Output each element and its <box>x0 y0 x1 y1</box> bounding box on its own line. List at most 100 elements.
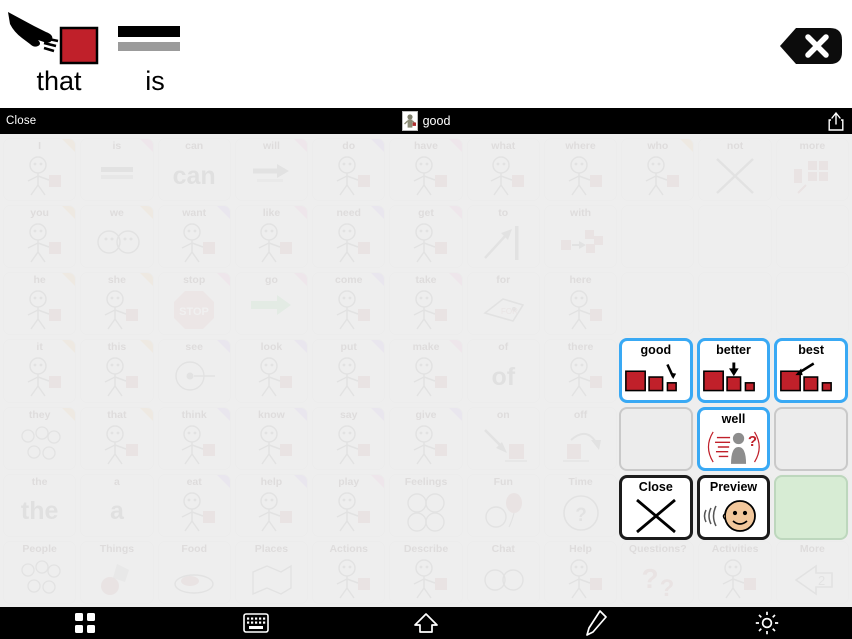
message-word-is[interactable]: is <box>100 4 210 108</box>
grid-cell-empty-20[interactable] <box>698 205 772 269</box>
grid-cell-who[interactable]: who <box>621 138 695 202</box>
grid-cell-on[interactable]: on <box>466 406 540 470</box>
grid-cell-they[interactable]: they <box>3 406 77 470</box>
cell-corner-tag <box>62 273 76 287</box>
popup-cell-well[interactable]: well ? <box>696 406 771 472</box>
children-playing <box>313 488 384 536</box>
popup-cell-good[interactable]: good <box>619 338 693 403</box>
grid-cell-we[interactable]: we <box>80 205 154 269</box>
grid-cell-take[interactable]: take <box>389 272 463 336</box>
grid-cell-empty-30[interactable] <box>621 272 695 336</box>
grid-cell-empty-19[interactable] <box>621 205 695 269</box>
grid-cell-stop[interactable]: stop STOP <box>157 272 231 336</box>
grid-cell-he[interactable]: he <box>3 272 77 336</box>
popup-close-button[interactable]: Close <box>619 475 693 540</box>
grid-cell-give[interactable]: give <box>389 406 463 470</box>
grid-cell-actions[interactable]: Actions <box>312 540 386 604</box>
grid-cell-think[interactable]: think <box>157 406 231 470</box>
cell-label: that <box>107 408 127 421</box>
popup-cell-best[interactable]: best <box>774 338 848 403</box>
grid-cell-want[interactable]: want <box>157 205 231 269</box>
grid-cell-more[interactable]: More 2 <box>775 540 849 604</box>
grid-cell-see[interactable]: see <box>157 339 231 403</box>
grid-cell-she[interactable]: she <box>80 272 154 336</box>
person-eating <box>159 488 230 536</box>
grid-cell-questions-[interactable]: Questions??? <box>621 540 695 604</box>
grid-cell-off[interactable]: off <box>543 406 618 470</box>
grid-cell-it[interactable]: it <box>3 339 77 403</box>
pencil-icon[interactable] <box>511 607 681 639</box>
popup-cell-empty-2[interactable] <box>774 406 848 472</box>
cell-label: this <box>107 341 127 354</box>
grid-cell-do[interactable]: do <box>312 138 386 202</box>
grid-cell-will[interactable]: will <box>234 138 309 202</box>
grid-cell-for[interactable]: for FOR <box>466 272 540 336</box>
grid-cell-you[interactable]: you <box>3 205 77 269</box>
grid-cell-activities[interactable]: Activities <box>698 540 772 604</box>
grid-cell-to[interactable]: to <box>466 205 540 269</box>
grid-cell-need[interactable]: need <box>312 205 386 269</box>
grid-cell-not[interactable]: not <box>698 138 772 202</box>
cell-corner-tag <box>139 340 153 354</box>
grid-cell-like[interactable]: like <box>234 205 309 269</box>
bottom-navigation-bar <box>0 607 852 639</box>
gear-icon[interactable] <box>682 607 852 639</box>
grid-cell-get[interactable]: get <box>389 205 463 269</box>
home-icon[interactable] <box>341 607 511 639</box>
grid-cell-with[interactable]: with <box>543 205 618 269</box>
grid-cell-where[interactable]: where <box>543 138 618 202</box>
cell-label: will <box>262 140 280 152</box>
grid-cell-a[interactable]: aa <box>80 473 154 537</box>
cell-label: Describe <box>403 542 449 555</box>
grid-cell-more[interactable]: more <box>775 138 849 202</box>
message-word-that[interactable]: that <box>4 4 114 108</box>
grid-cell-know[interactable]: know <box>234 406 309 470</box>
grid-cell-empty-21[interactable] <box>775 205 849 269</box>
grid-cell-come[interactable]: come <box>312 272 386 336</box>
grid-cell-there[interactable]: there <box>543 339 618 403</box>
grid-cell-chat[interactable]: Chat <box>466 540 540 604</box>
grid-cell-time[interactable]: Time? <box>543 473 618 537</box>
grid-cell-feelings[interactable]: Feelings <box>389 473 463 537</box>
keyboard-icon[interactable] <box>170 607 340 639</box>
grid-cell-describe[interactable]: Describe <box>389 540 463 604</box>
grid-cell-places[interactable]: Places <box>234 540 309 604</box>
grid-cell-here[interactable]: here <box>543 272 618 336</box>
cell-corner-tag <box>448 273 462 287</box>
grid-cell-look[interactable]: look <box>234 339 309 403</box>
grid-cell-what[interactable]: what <box>466 138 540 202</box>
cell-corner-tag <box>371 474 385 488</box>
grid-cell-can[interactable]: can can <box>157 138 231 202</box>
popup-cell-empty-green[interactable] <box>774 475 848 540</box>
message-bar-clear-button[interactable] <box>778 22 844 70</box>
grid-cell-fun[interactable]: Fun <box>466 473 540 537</box>
grid-icon[interactable] <box>0 607 170 639</box>
grid-cell-eat[interactable]: eat <box>157 473 231 537</box>
grid-cell-help[interactable]: help <box>234 473 309 537</box>
popup-cell-empty-1[interactable] <box>619 406 693 472</box>
grid-cell-of[interactable]: of of <box>466 339 540 403</box>
grid-cell-help[interactable]: Help <box>543 540 618 604</box>
popup-preview-button[interactable]: Preview <box>696 475 771 540</box>
grid-cell-go[interactable]: go <box>234 272 309 336</box>
grid-cell-make[interactable]: make <box>389 339 463 403</box>
grid-cell-this[interactable]: this <box>80 339 154 403</box>
grid-cell-people[interactable]: People <box>3 540 77 604</box>
grid-cell-is[interactable]: is <box>80 138 154 202</box>
arrow-right <box>236 152 307 200</box>
grid-cell-play[interactable]: play <box>312 473 386 537</box>
grid-cell-that[interactable]: that <box>80 406 154 470</box>
word-forms-popup: good better best well ? Close Preview <box>617 336 850 542</box>
message-bar[interactable]: that is <box>0 0 852 108</box>
grid-cell-empty-32[interactable] <box>775 272 849 336</box>
grid-cell-the[interactable]: the the <box>3 473 77 537</box>
grid-cell-i[interactable]: I <box>3 138 77 202</box>
grid-cell-say[interactable]: say <box>312 406 386 470</box>
grid-cell-put[interactable]: put <box>312 339 386 403</box>
popup-cell-better[interactable]: better <box>696 338 771 403</box>
grid-cell-food[interactable]: Food <box>157 540 231 604</box>
grid-cell-things[interactable]: Things <box>80 540 154 604</box>
grid-cell-empty-31[interactable] <box>698 272 772 336</box>
share-upload-icon[interactable] <box>828 111 844 131</box>
grid-cell-have[interactable]: have <box>389 138 463 202</box>
